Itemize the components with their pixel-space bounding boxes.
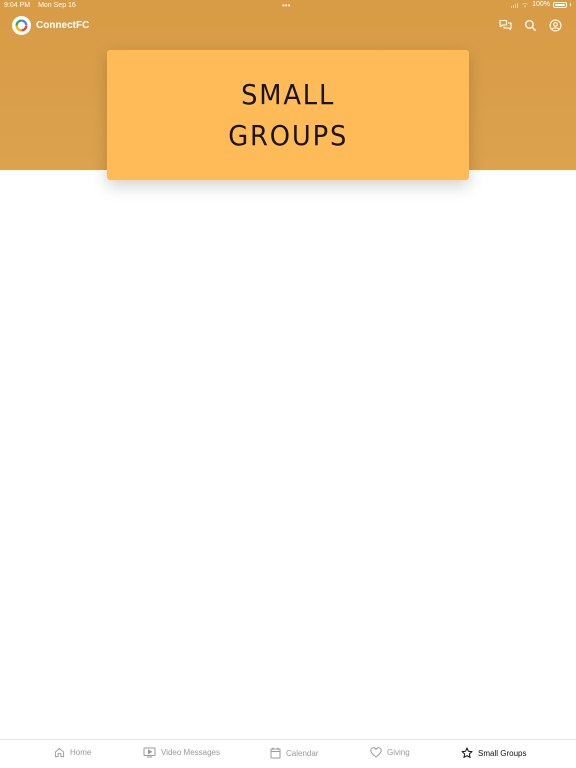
tab-giving-label: Giving xyxy=(387,748,410,757)
status-bar: 9:04 PM Mon Sep 16 ••• 100% xyxy=(0,0,576,12)
bottom-tab-bar: Home Video Messages Calendar Giving Smal… xyxy=(0,739,576,768)
tab-home[interactable]: Home xyxy=(54,747,91,758)
app-header: ConnectFC xyxy=(12,16,89,35)
app-title: ConnectFC xyxy=(36,20,90,31)
banner-title-line-2: GROUPS xyxy=(228,119,348,152)
small-groups-banner: SMALL GROUPS xyxy=(107,50,469,180)
chat-icon[interactable] xyxy=(498,18,512,32)
wifi-icon xyxy=(522,2,529,7)
tab-giving[interactable]: Giving xyxy=(370,747,410,758)
tab-video-messages[interactable]: Video Messages xyxy=(143,747,220,758)
banner-title-line-1: SMALL xyxy=(240,78,336,111)
video-icon xyxy=(143,747,156,758)
tab-small-groups[interactable]: Small Groups xyxy=(461,747,526,759)
search-icon[interactable] xyxy=(523,18,537,32)
tab-calendar-label: Calendar xyxy=(286,748,319,758)
tab-home-label: Home xyxy=(70,748,92,757)
tab-calendar[interactable]: Calendar xyxy=(270,747,318,759)
cellular-signal-icon xyxy=(511,2,519,8)
calendar-icon xyxy=(270,747,281,759)
multitasking-dots-icon[interactable]: ••• xyxy=(282,1,290,10)
battery-percent: 100% xyxy=(532,1,550,8)
heart-icon xyxy=(370,747,382,758)
tab-video-messages-label: Video Messages xyxy=(161,748,220,757)
star-icon xyxy=(461,747,473,758)
account-icon[interactable] xyxy=(548,18,562,32)
status-time: 9:04 PM xyxy=(4,2,31,9)
tab-small-groups-label: Small Groups xyxy=(478,748,527,758)
header-actions xyxy=(498,18,562,32)
home-icon xyxy=(54,747,65,758)
status-date: Mon Sep 16 xyxy=(38,2,76,9)
battery-icon xyxy=(553,1,567,8)
connectfc-logo-icon[interactable] xyxy=(12,16,31,35)
